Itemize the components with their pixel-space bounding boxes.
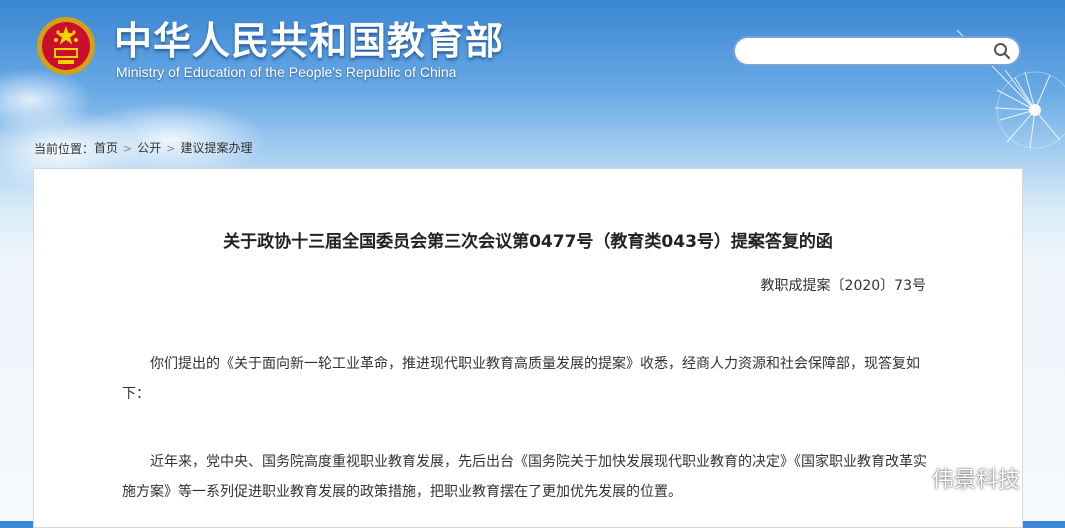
document-title: 关于政协十三届全国委员会第三次会议第0477号（教育类043号）提案答复的函 [223, 232, 833, 252]
search-icon[interactable] [993, 42, 1011, 60]
breadcrumb-home[interactable]: 首页 [94, 141, 118, 155]
breadcrumb-proposals[interactable]: 建议提案办理 [180, 141, 252, 155]
article-container: 关于政协十三届全国委员会第三次会议第0477号（教育类043号）提案答复的函 教… [33, 168, 1023, 528]
site-subtitle: Ministry of Education of the People's Re… [116, 64, 457, 80]
national-emblem-icon[interactable] [36, 16, 96, 76]
wechat-icon [898, 467, 925, 488]
breadcrumb-public[interactable]: 公开 [137, 141, 161, 155]
document-number: 教职成提案〔2020〕73号 [760, 278, 926, 294]
watermark: 伟景科技 [898, 462, 1020, 494]
chevron-right-icon: > [123, 142, 133, 155]
document-paragraph: 你们提出的《关于面向新一轮工业革命，推进现代职业教育高质量发展的提案》收悉，经商… [122, 356, 920, 402]
search-input[interactable] [747, 38, 991, 66]
chevron-right-icon: > [166, 142, 176, 155]
site-title[interactable]: 中华人民共和国教育部 [114, 10, 504, 65]
search-box [733, 36, 1021, 66]
watermark-text: 伟景科技 [932, 468, 1021, 493]
breadcrumb-prefix: 当前位置： [34, 142, 95, 156]
breadcrumb: 当前位置：首页 > 公开 > 建议提案办理 [34, 139, 253, 157]
document-paragraph: 近年来，党中央、国务院高度重视职业教育发展，先后出台《国务院关于加快发展现代职业… [122, 454, 927, 500]
